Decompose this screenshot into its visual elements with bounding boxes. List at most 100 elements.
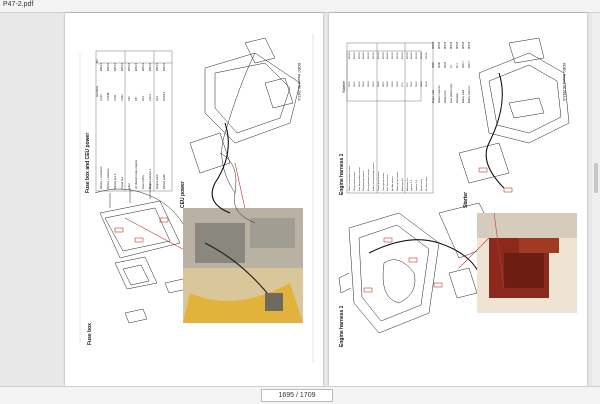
- table-cell: W/5G5: [463, 41, 465, 49]
- table-cell: W/1F4: [163, 63, 166, 71]
- table-cell: CN62: [416, 81, 419, 87]
- table-cell: CN0-3: [469, 61, 471, 68]
- table-cell: Fuel temperature sensor: [358, 167, 361, 191]
- table-cell: W/1F4: [114, 63, 117, 71]
- table-cell: W/5G5: [451, 41, 453, 49]
- ceu-harness-drawing: [189, 37, 301, 224]
- table-cell: W/5G5: [397, 52, 399, 59]
- table-cell: Alternator B+: [401, 178, 404, 191]
- table-cell: CN60: [397, 81, 399, 87]
- table-cell: CN64: [425, 81, 428, 87]
- left-footer-code: KDEC Issued 06.2015 A: [297, 63, 301, 101]
- table-cell: CN57: [382, 81, 385, 87]
- table-cell: Engine earth: [156, 174, 159, 189]
- table-cell: Cam speed sensor: [382, 172, 385, 191]
- table-cell: W/1F4: [121, 63, 124, 71]
- table-cell: CN55: [373, 81, 375, 87]
- table-cell: CN0-1: [463, 61, 465, 68]
- table-cell: X1: [451, 65, 453, 68]
- table-cell: W/5G5: [469, 41, 471, 49]
- starter-photo: [477, 213, 577, 313]
- table-cell: Boost pressure sensor: [368, 169, 371, 191]
- table-cell: CN59: [392, 81, 395, 87]
- table-cell: W/1F4: [135, 63, 138, 71]
- table-cell: CN54: [368, 81, 371, 87]
- table-cell: Battery earth: [163, 174, 166, 189]
- table-cell: CN52: [358, 81, 361, 87]
- table-cell: Starter relay: [421, 179, 423, 191]
- table-cell: W/5G5: [392, 52, 395, 59]
- table-cell: Fuse 2 (K2): [142, 175, 145, 189]
- table-cell: Battery + harness: [107, 168, 110, 189]
- table-cell: Intake air temperature sensor: [373, 162, 375, 191]
- table-cell: X0-1: [156, 95, 159, 101]
- right-footer-code: KDEC Issued 06.2015 A: [562, 63, 566, 101]
- table-cell: Injector 3-4: [416, 180, 419, 191]
- table-cell: W/5G5: [401, 52, 404, 59]
- starter-drawing: [458, 37, 570, 184]
- table-cell: Power box: [121, 176, 124, 189]
- table-cell: W/1F4: [149, 63, 152, 71]
- table-cell: W/1F4: [142, 63, 145, 71]
- table-cell: CN14B: [107, 92, 110, 101]
- starter-label: Starter: [463, 191, 469, 208]
- table-cell: CN63: [421, 81, 423, 87]
- table-cell: Engine harness 1: [149, 168, 152, 189]
- table-cell: CN50: [349, 81, 351, 87]
- pdf-viewer-area[interactable]: KDEC Issued 06.2015 A Fuse box and CEU p…: [0, 13, 600, 386]
- document-title: P47-2.pdf: [3, 1, 34, 8]
- left-page-diagram: [79, 33, 314, 363]
- table-cell: Crank speed sensor: [377, 171, 380, 191]
- table-cell: W/5G5: [445, 41, 447, 49]
- table-cell: CN11: [114, 94, 117, 101]
- engine-harness-cable: [368, 239, 480, 274]
- table-cell: W/5G5: [353, 52, 356, 59]
- left-section-title: Fuse box and CEU power: [85, 132, 91, 193]
- table-cell: CN40: [439, 62, 441, 68]
- table-cell: CB: [135, 97, 138, 101]
- table-cell: W/5G5: [421, 52, 423, 59]
- table-cell: W/1F4: [156, 63, 159, 71]
- table-cell: Pre-heat relay: [425, 177, 428, 191]
- table-cell: Battery + connector: [100, 166, 103, 189]
- ceu-power-label: CEU power: [180, 181, 186, 208]
- right-section-title: Engine harness 1: [339, 153, 345, 195]
- table-cell: CN14: [445, 62, 447, 68]
- table-cell: Water in fuel sensor: [397, 171, 399, 191]
- table-cell: Alternator: [457, 93, 459, 103]
- engine-drawing: [338, 202, 500, 334]
- title-bar: P47-2.pdf: [0, 0, 600, 13]
- table-cell: W/5G5: [377, 52, 380, 59]
- table-cell: LR (battery relay, engine): [135, 159, 138, 189]
- table-cell: X0-2: [406, 82, 409, 87]
- table-cell: W/5G5: [368, 52, 371, 59]
- table-cell: CN56: [377, 81, 380, 87]
- table-cell: W/5G5: [457, 41, 459, 49]
- scrollbar-thumb[interactable]: [594, 163, 598, 193]
- table-cell: X0-1: [457, 63, 459, 68]
- table-cell: CEU: [128, 183, 131, 189]
- table-cell: Starter connector: [439, 85, 441, 103]
- table-cell: Battery earth: [463, 89, 465, 103]
- table-cell: Starter relay: [445, 90, 447, 103]
- table-cell: W/5G5: [406, 52, 409, 59]
- right-page: KDEC Issued 06.2015 A Engine harness 1 E…: [329, 13, 587, 386]
- table-cell: W/5G5: [439, 41, 441, 49]
- starter-table-title: Starter: [341, 80, 346, 93]
- table-cell: W/1F4: [107, 63, 110, 71]
- vertical-scrollbar[interactable]: [592, 13, 600, 386]
- table-cell: Oil pressure sensor: [353, 172, 356, 191]
- table-cell: X0-1: [401, 82, 404, 87]
- table-cell: CN60: [433, 62, 435, 68]
- table-cell: CN51: [353, 81, 356, 87]
- table-cell: Water temperature sensor: [349, 165, 351, 191]
- left-page: KDEC Issued 06.2015 A Fuse box and CEU p…: [65, 13, 323, 386]
- engine-harness-label: Engine harness 1: [339, 305, 345, 347]
- table-cell: Battery relay box: [469, 85, 471, 103]
- table-cell: W/1F4: [128, 63, 131, 71]
- left-table-header-no: No: [95, 59, 99, 63]
- page-indicator[interactable]: 1695 / 1709: [261, 389, 333, 402]
- table-cell: X12: [128, 96, 131, 101]
- table-cell: Engine earth: [433, 89, 435, 103]
- left-table-header-harness: Harness: [95, 85, 99, 97]
